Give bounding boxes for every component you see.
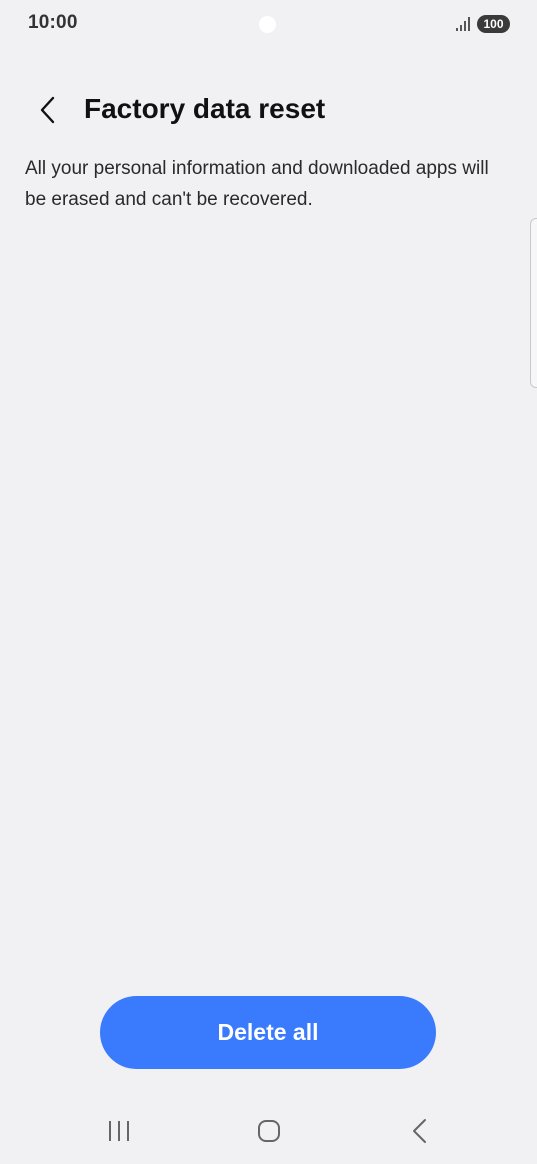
nav-recents-button[interactable] [100, 1117, 138, 1145]
camera-cutout [259, 16, 276, 33]
recents-icon [109, 1121, 129, 1141]
scroll-indicator[interactable] [530, 218, 537, 388]
status-bar: 10:00 100 [0, 0, 537, 48]
back-button[interactable] [28, 90, 68, 130]
delete-all-button[interactable]: Delete all [100, 996, 436, 1069]
app-header: Factory data reset [0, 80, 537, 140]
back-icon [413, 1119, 426, 1143]
battery-level-badge: 100 [477, 15, 510, 33]
home-icon [258, 1120, 280, 1142]
chevron-left-icon [40, 96, 55, 124]
nav-back-button[interactable] [402, 1115, 438, 1147]
nav-home-button[interactable] [249, 1115, 289, 1147]
status-time: 10:00 [28, 12, 78, 33]
signal-bars-icon [456, 17, 470, 31]
page-title: Factory data reset [84, 93, 326, 124]
reset-description: All your personal information and downlo… [25, 158, 489, 210]
